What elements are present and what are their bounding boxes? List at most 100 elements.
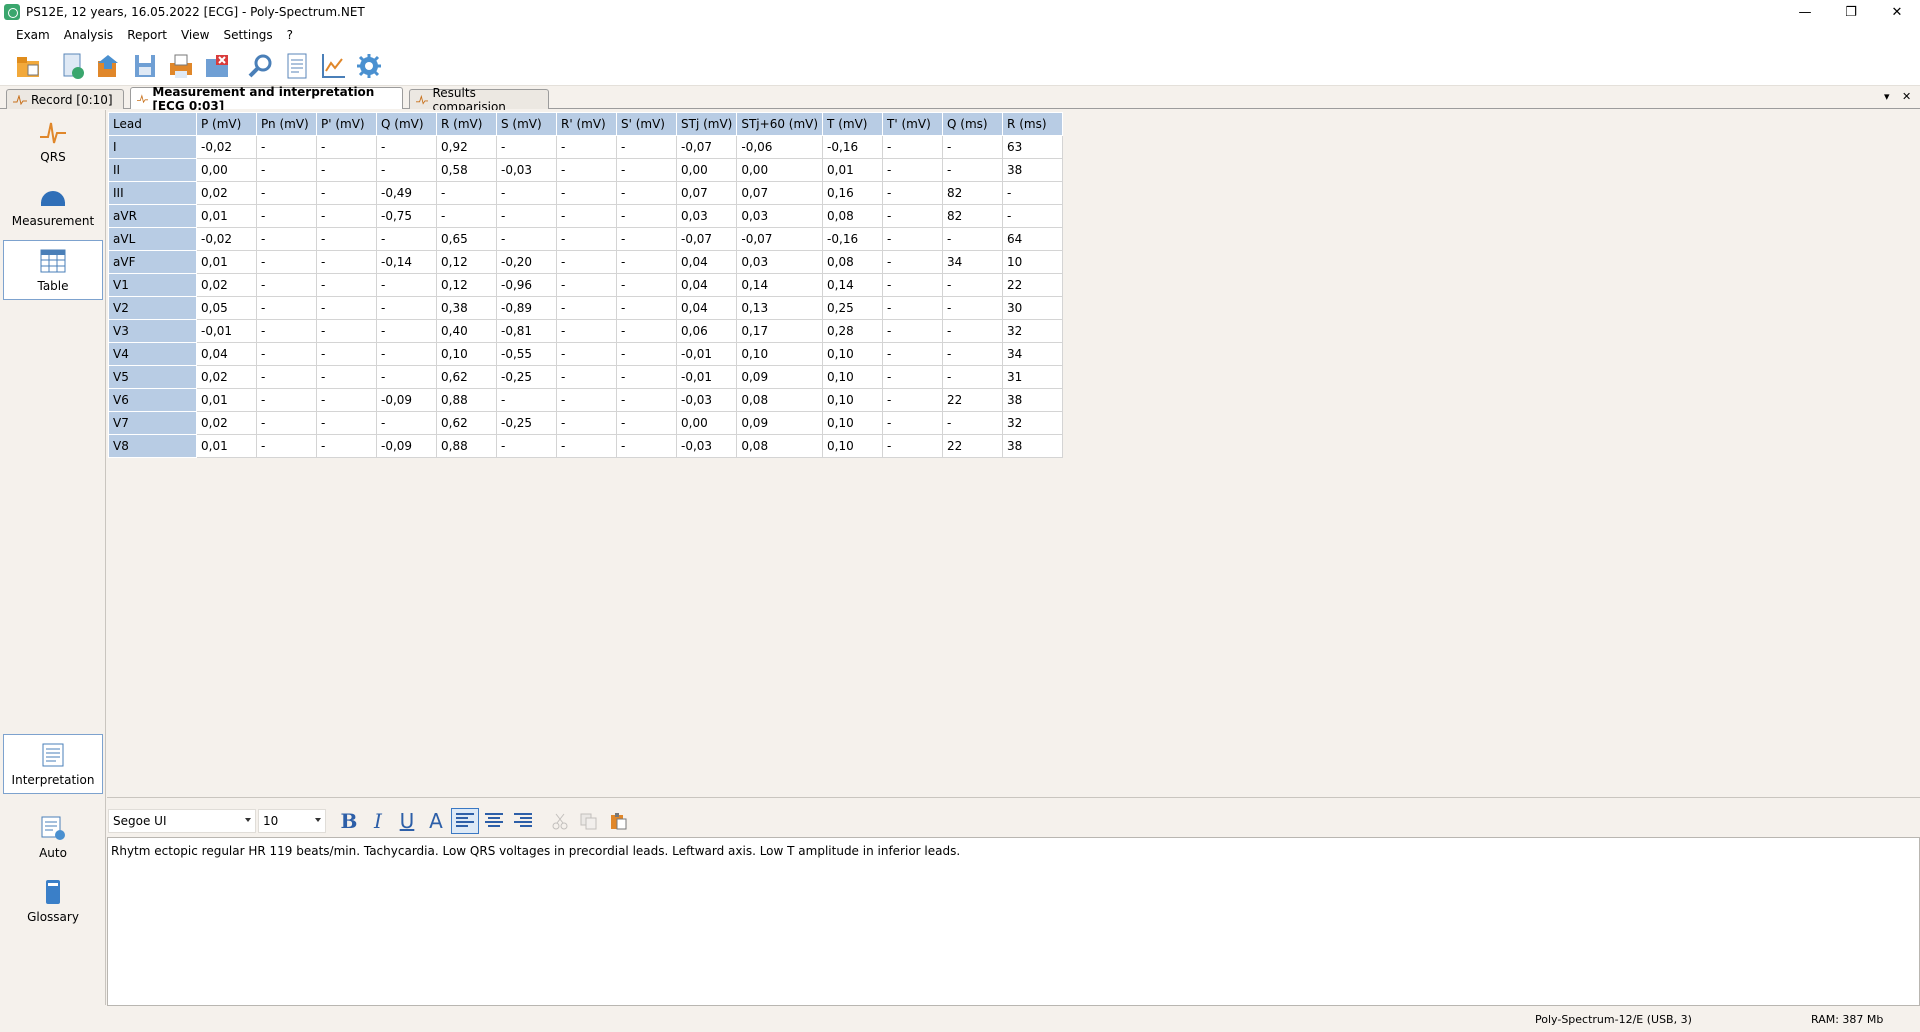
value-cell[interactable]: - bbox=[616, 204, 677, 228]
column-header[interactable]: R (ms) bbox=[1002, 112, 1064, 136]
value-cell[interactable]: - bbox=[616, 434, 677, 458]
value-cell[interactable]: -0,96 bbox=[496, 273, 557, 297]
value-cell[interactable]: 0,09 bbox=[736, 411, 824, 435]
value-cell[interactable]: - bbox=[942, 411, 1004, 435]
value-cell[interactable]: 0,08 bbox=[822, 204, 884, 228]
value-cell[interactable]: 38 bbox=[1002, 434, 1064, 458]
value-cell[interactable]: 0,17 bbox=[736, 319, 824, 343]
value-cell[interactable]: - bbox=[256, 227, 317, 251]
align-right-button[interactable] bbox=[509, 808, 537, 834]
value-cell[interactable]: 0,09 bbox=[736, 365, 824, 389]
table-row[interactable]: II 0,00- - -0,58 -0,03- -0,00 0,00 0,01- -38 bbox=[108, 158, 1064, 182]
value-cell[interactable]: 0,10 bbox=[822, 434, 884, 458]
value-cell[interactable]: -0,02 bbox=[196, 135, 257, 159]
value-cell[interactable]: 0,01 bbox=[196, 388, 257, 412]
value-cell[interactable]: - bbox=[436, 181, 497, 205]
value-cell[interactable]: - bbox=[316, 296, 377, 320]
value-cell[interactable]: -0,03 bbox=[496, 158, 557, 182]
lead-cell[interactable]: V3 bbox=[108, 319, 197, 343]
value-cell[interactable]: - bbox=[556, 411, 617, 435]
table-row[interactable]: V3 -0,01- - -0,40 -0,81- -0,06 0,17 0,28- -32 bbox=[108, 319, 1064, 343]
value-cell[interactable]: - bbox=[616, 227, 677, 251]
value-cell[interactable]: - bbox=[882, 411, 944, 435]
value-cell[interactable]: - bbox=[1002, 204, 1064, 228]
value-cell[interactable]: -0,81 bbox=[496, 319, 557, 343]
value-cell[interactable]: - bbox=[556, 365, 617, 389]
value-cell[interactable]: - bbox=[556, 296, 617, 320]
value-cell[interactable]: - bbox=[256, 250, 317, 274]
value-cell[interactable]: - bbox=[376, 296, 437, 320]
value-cell[interactable]: 0,92 bbox=[436, 135, 497, 159]
value-cell[interactable]: - bbox=[376, 319, 437, 343]
value-cell[interactable]: - bbox=[882, 181, 944, 205]
table-row[interactable]: V7 0,02- - -0,62 -0,25- -0,00 0,09 0,10- -32 bbox=[108, 411, 1064, 435]
value-cell[interactable]: - bbox=[616, 181, 677, 205]
value-cell[interactable]: 30 bbox=[1002, 296, 1064, 320]
value-cell[interactable]: 0,01 bbox=[196, 204, 257, 228]
column-header[interactable]: P (mV) bbox=[196, 112, 257, 136]
value-cell[interactable]: - bbox=[496, 135, 557, 159]
menu-report[interactable]: Report bbox=[120, 28, 174, 42]
align-center-button[interactable] bbox=[480, 808, 508, 834]
value-cell[interactable]: - bbox=[1002, 181, 1064, 205]
menu-settings[interactable]: Settings bbox=[216, 28, 279, 42]
column-header[interactable]: Q (ms) bbox=[942, 112, 1004, 136]
value-cell[interactable]: - bbox=[316, 342, 377, 366]
value-cell[interactable]: - bbox=[556, 204, 617, 228]
value-cell[interactable]: - bbox=[316, 181, 377, 205]
value-cell[interactable]: 63 bbox=[1002, 135, 1064, 159]
lead-cell[interactable]: I bbox=[108, 135, 197, 159]
value-cell[interactable]: 0,01 bbox=[196, 250, 257, 274]
value-cell[interactable]: 0,01 bbox=[822, 158, 884, 182]
column-header[interactable]: R' (mV) bbox=[556, 112, 617, 136]
value-cell[interactable]: -0,01 bbox=[675, 365, 738, 389]
value-cell[interactable]: 22 bbox=[942, 388, 1004, 412]
value-cell[interactable]: - bbox=[616, 250, 677, 274]
tab-list-dropdown[interactable]: ▾ bbox=[1884, 90, 1890, 103]
value-cell[interactable]: 0,02 bbox=[196, 181, 257, 205]
value-cell[interactable]: 82 bbox=[942, 181, 1004, 205]
table-row[interactable]: III 0,02- - -0,49- - - -0,07 0,07 0,16-82- bbox=[108, 181, 1064, 205]
sidebar-item-glossary[interactable]: Glossary bbox=[3, 870, 103, 930]
value-cell[interactable]: - bbox=[256, 342, 317, 366]
value-cell[interactable]: 0,04 bbox=[675, 296, 738, 320]
value-cell[interactable]: - bbox=[616, 319, 677, 343]
value-cell[interactable]: -0,20 bbox=[496, 250, 557, 274]
value-cell[interactable]: -0,03 bbox=[675, 388, 738, 412]
value-cell[interactable]: -0,75 bbox=[376, 204, 437, 228]
value-cell[interactable]: - bbox=[316, 388, 377, 412]
value-cell[interactable]: - bbox=[256, 365, 317, 389]
value-cell[interactable]: 0,14 bbox=[736, 273, 824, 297]
bold-button[interactable]: B bbox=[335, 808, 363, 834]
lead-cell[interactable]: II bbox=[108, 158, 197, 182]
value-cell[interactable]: - bbox=[376, 273, 437, 297]
value-cell[interactable]: 0,07 bbox=[736, 181, 824, 205]
value-cell[interactable]: - bbox=[376, 135, 437, 159]
font-family-select[interactable]: Segoe UI bbox=[108, 809, 256, 833]
value-cell[interactable]: - bbox=[256, 411, 317, 435]
value-cell[interactable]: - bbox=[256, 434, 317, 458]
value-cell[interactable]: - bbox=[942, 135, 1004, 159]
export-button[interactable] bbox=[92, 49, 126, 83]
lead-cell[interactable]: aVL bbox=[108, 227, 197, 251]
value-cell[interactable]: - bbox=[882, 158, 944, 182]
value-cell[interactable]: 0,16 bbox=[822, 181, 884, 205]
value-cell[interactable]: -0,49 bbox=[376, 181, 437, 205]
lead-cell[interactable]: V7 bbox=[108, 411, 197, 435]
value-cell[interactable]: -0,16 bbox=[822, 227, 884, 251]
table-row[interactable]: aVF 0,01- - -0,14 0,12 -0,20- -0,04 0,03 0,08-34… bbox=[108, 250, 1064, 274]
value-cell[interactable]: 0,10 bbox=[822, 365, 884, 389]
value-cell[interactable]: 0,14 bbox=[822, 273, 884, 297]
value-cell[interactable]: 0,03 bbox=[736, 204, 824, 228]
value-cell[interactable]: 0,13 bbox=[736, 296, 824, 320]
value-cell[interactable]: - bbox=[256, 181, 317, 205]
value-cell[interactable]: - bbox=[316, 250, 377, 274]
value-cell[interactable]: - bbox=[556, 250, 617, 274]
value-cell[interactable]: 0,10 bbox=[436, 342, 497, 366]
value-cell[interactable]: 22 bbox=[1002, 273, 1064, 297]
value-cell[interactable]: 0,12 bbox=[436, 273, 497, 297]
value-cell[interactable]: - bbox=[376, 158, 437, 182]
value-cell[interactable]: -0,07 bbox=[675, 227, 738, 251]
value-cell[interactable]: - bbox=[556, 158, 617, 182]
value-cell[interactable]: - bbox=[942, 158, 1004, 182]
